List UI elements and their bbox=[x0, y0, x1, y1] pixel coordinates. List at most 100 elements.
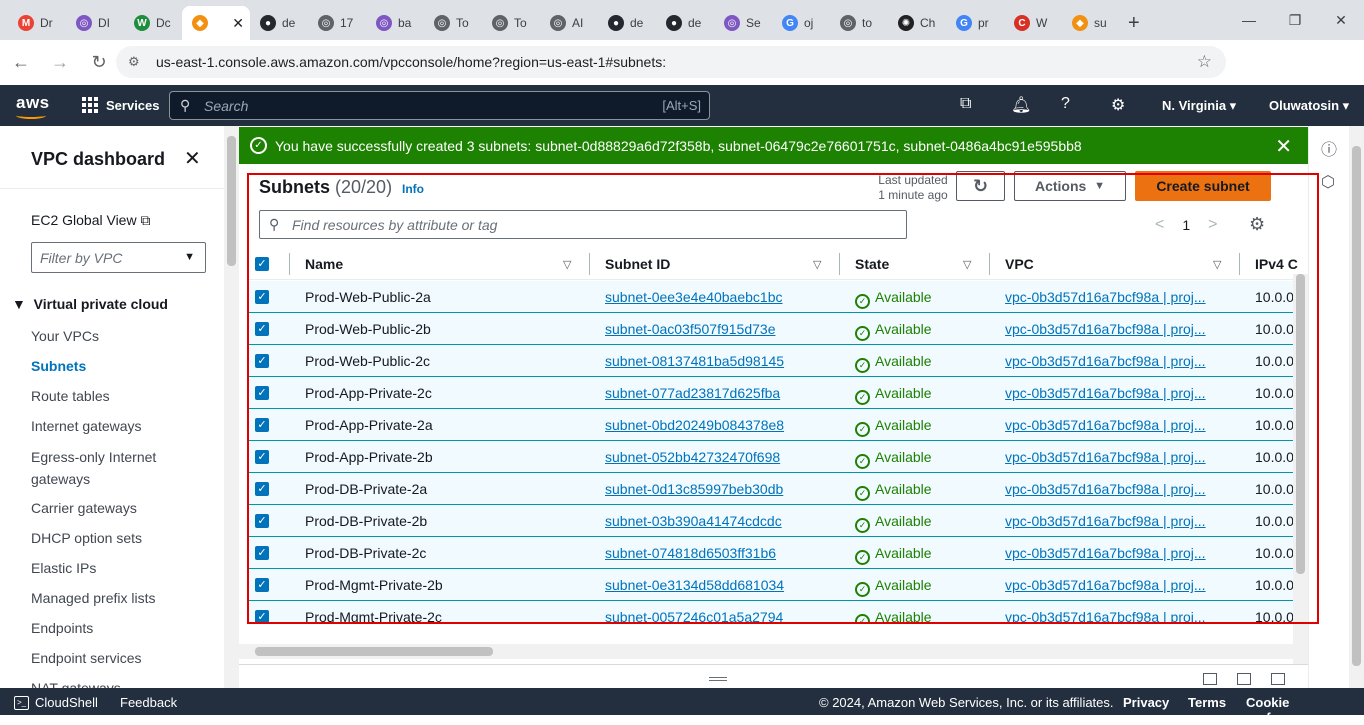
reload-icon[interactable]: ↻ bbox=[81, 45, 117, 81]
close-window-icon[interactable]: ✕ bbox=[1318, 12, 1364, 29]
col-state[interactable]: State ▽ bbox=[855, 256, 971, 272]
col-name[interactable]: Name ▽ bbox=[305, 256, 571, 272]
browser-tab[interactable]: ◎ AI bbox=[540, 6, 598, 40]
row-checkbox[interactable]: ✓ bbox=[255, 386, 269, 400]
browser-tab[interactable]: ◎ Se bbox=[714, 6, 772, 40]
table-preferences-gear-icon[interactable]: ⚙ bbox=[1249, 214, 1265, 235]
sidebar-item-your-vpcs[interactable]: Your VPCs bbox=[31, 326, 211, 356]
close-tab-icon[interactable]: ✕ bbox=[232, 15, 244, 32]
account-menu[interactable]: Oluwatosin ▾ bbox=[1269, 98, 1349, 114]
aws-logo[interactable]: aws bbox=[16, 93, 50, 119]
subnet-id-link[interactable]: subnet-08137481ba5d98145 bbox=[605, 353, 784, 369]
sidebar-item-egress-only-internet-gateways[interactable]: Egress-only Internet gateways bbox=[31, 446, 211, 498]
cloudshell-button[interactable]: >_ CloudShell bbox=[14, 695, 98, 710]
info-panel-icon[interactable]: ⓘ bbox=[1321, 136, 1337, 160]
prev-page-icon[interactable]: < bbox=[1155, 216, 1164, 234]
browser-tab[interactable]: Goj bbox=[772, 6, 830, 40]
table-vertical-scrollbar[interactable] bbox=[1293, 274, 1308, 664]
minimize-icon[interactable]: — bbox=[1226, 12, 1272, 28]
sidebar-item-subnets[interactable]: Subnets bbox=[31, 356, 211, 386]
select-all-checkbox[interactable]: ✓ bbox=[255, 257, 269, 271]
vpc-link[interactable]: vpc-0b3d57d16a7bcf98a | proj... bbox=[1005, 545, 1219, 561]
row-checkbox[interactable]: ✓ bbox=[255, 354, 269, 368]
scroll-thumb[interactable] bbox=[227, 136, 236, 266]
subnet-id-link[interactable]: subnet-0ac03f507f915d73e bbox=[605, 321, 775, 337]
next-page-icon[interactable]: > bbox=[1208, 216, 1217, 234]
info-link[interactable]: Info bbox=[402, 182, 424, 196]
subnet-id-link[interactable]: subnet-0e3134d58dd681034 bbox=[605, 577, 784, 593]
row-checkbox[interactable]: ✓ bbox=[255, 450, 269, 464]
table-row[interactable]: ✓ Prod-Web-Public-2c subnet-08137481ba5d98… bbox=[249, 345, 1301, 377]
col-vpc[interactable]: VPC ▽ bbox=[1005, 256, 1221, 272]
row-checkbox[interactable]: ✓ bbox=[255, 610, 269, 624]
vpc-link[interactable]: vpc-0b3d57d16a7bcf98a | proj... bbox=[1005, 353, 1219, 369]
scroll-thumb[interactable] bbox=[1296, 274, 1305, 574]
actions-button[interactable]: Actions ▼ bbox=[1014, 171, 1126, 201]
page-number[interactable]: 1 bbox=[1182, 217, 1190, 233]
help-icon[interactable]: ? bbox=[1061, 95, 1070, 113]
table-row[interactable]: ✓ Prod-Web-Public-2a subnet-0ee3e4e40baebc… bbox=[249, 281, 1301, 313]
vpc-link[interactable]: vpc-0b3d57d16a7bcf98a | proj... bbox=[1005, 577, 1219, 593]
dismiss-flash-icon[interactable]: ✕ bbox=[1275, 134, 1292, 159]
terms-link[interactable]: Terms bbox=[1188, 695, 1226, 710]
new-tab-icon[interactable]: + bbox=[1128, 6, 1140, 40]
row-checkbox[interactable]: ✓ bbox=[255, 322, 269, 336]
site-info-icon[interactable]: ⚙ bbox=[128, 54, 140, 70]
vpc-link[interactable]: vpc-0b3d57d16a7bcf98a | proj... bbox=[1005, 481, 1219, 497]
forward-icon[interactable]: → bbox=[42, 45, 78, 81]
services-menu-button[interactable]: Services bbox=[82, 97, 160, 113]
bookmark-star-icon[interactable]: ☆ bbox=[1197, 52, 1212, 72]
col-subnet-id[interactable]: Subnet ID ▽ bbox=[605, 256, 821, 272]
browser-tab[interactable]: ◎ to bbox=[830, 6, 888, 40]
sidebar-item-endpoint-services[interactable]: Endpoint services bbox=[31, 648, 211, 678]
filter-by-vpc-select[interactable]: Filter by VPC ▼ bbox=[31, 242, 206, 273]
subnet-id-link[interactable]: subnet-077ad23817d625fba bbox=[605, 385, 780, 401]
layout-hidden-icon[interactable] bbox=[1271, 673, 1285, 685]
sidebar-item-route-tables[interactable]: Route tables bbox=[31, 386, 211, 416]
browser-tab[interactable]: ◆ su bbox=[1062, 6, 1120, 40]
table-row[interactable]: ✓ Prod-App-Private-2c subnet-077ad23817d62… bbox=[249, 377, 1301, 409]
row-checkbox[interactable]: ✓ bbox=[255, 418, 269, 432]
tools-icon[interactable]: ⬡ bbox=[1321, 172, 1335, 192]
subnet-id-link[interactable]: subnet-074818d6503ff31b6 bbox=[605, 545, 776, 561]
table-row[interactable]: ✓ Prod-DB-Private-2c subnet-074818d6503ff3… bbox=[249, 537, 1301, 569]
scroll-thumb[interactable] bbox=[255, 647, 493, 656]
row-checkbox[interactable]: ✓ bbox=[255, 290, 269, 304]
page-scrollbar[interactable] bbox=[1349, 126, 1364, 688]
browser-tab[interactable]: ◎ ba bbox=[366, 6, 424, 40]
vpc-link[interactable]: vpc-0b3d57d16a7bcf98a | proj... bbox=[1005, 289, 1219, 305]
layout-bottom-icon[interactable] bbox=[1203, 673, 1217, 685]
browser-tab[interactable]: ● de bbox=[598, 6, 656, 40]
row-checkbox[interactable]: ✓ bbox=[255, 546, 269, 560]
cookie-preferences-link[interactable]: Cookie preferences bbox=[1246, 695, 1364, 725]
create-subnet-button[interactable]: Create subnet bbox=[1135, 171, 1271, 201]
browser-tab[interactable]: W Dc bbox=[124, 6, 182, 40]
row-checkbox[interactable]: ✓ bbox=[255, 482, 269, 496]
aws-search-input[interactable]: ⚲ Search [Alt+S] bbox=[169, 91, 710, 120]
table-row[interactable]: ✓ Prod-DB-Private-2b subnet-03b390a41474cd… bbox=[249, 505, 1301, 537]
table-row[interactable]: ✓ Prod-Mgmt-Private-2c subnet-0057246c01a5… bbox=[249, 601, 1301, 624]
settings-gear-icon[interactable]: ⚙ bbox=[1111, 95, 1125, 115]
table-row[interactable]: ✓ Prod-App-Private-2a subnet-0bd20249b0843… bbox=[249, 409, 1301, 441]
browser-tab[interactable]: M Dr bbox=[8, 6, 66, 40]
split-panel-bar[interactable] bbox=[239, 664, 1308, 688]
browser-tab[interactable]: ◎ 17 bbox=[308, 6, 366, 40]
subnet-id-link[interactable]: subnet-0bd20249b084378e8 bbox=[605, 417, 784, 433]
table-row[interactable]: ✓ Prod-Web-Public-2b subnet-0ac03f507f915d… bbox=[249, 313, 1301, 345]
region-selector[interactable]: N. Virginia ▾ bbox=[1162, 98, 1236, 114]
table-row[interactable]: ✓ Prod-DB-Private-2a subnet-0d13c85997beb3… bbox=[249, 473, 1301, 505]
browser-tab[interactable]: ✺ Ch bbox=[888, 6, 946, 40]
refresh-button[interactable]: ↻ bbox=[956, 171, 1005, 201]
ec2-global-view-link[interactable]: EC2 Global View ⧉ bbox=[31, 212, 150, 229]
sidebar-item-managed-prefix-lists[interactable]: Managed prefix lists bbox=[31, 588, 211, 618]
vpc-link[interactable]: vpc-0b3d57d16a7bcf98a | proj... bbox=[1005, 385, 1219, 401]
browser-tab[interactable]: ◎ To bbox=[424, 6, 482, 40]
row-checkbox[interactable]: ✓ bbox=[255, 514, 269, 528]
table-row[interactable]: ✓ Prod-Mgmt-Private-2b subnet-0e3134d58dd6… bbox=[249, 569, 1301, 601]
feedback-link[interactable]: Feedback bbox=[120, 695, 177, 710]
row-checkbox[interactable]: ✓ bbox=[255, 578, 269, 592]
vpc-link[interactable]: vpc-0b3d57d16a7bcf98a | proj... bbox=[1005, 609, 1219, 624]
vpc-link[interactable]: vpc-0b3d57d16a7bcf98a | proj... bbox=[1005, 449, 1219, 465]
layout-side-icon[interactable] bbox=[1237, 673, 1251, 685]
restore-icon[interactable]: ❐ bbox=[1272, 12, 1318, 29]
